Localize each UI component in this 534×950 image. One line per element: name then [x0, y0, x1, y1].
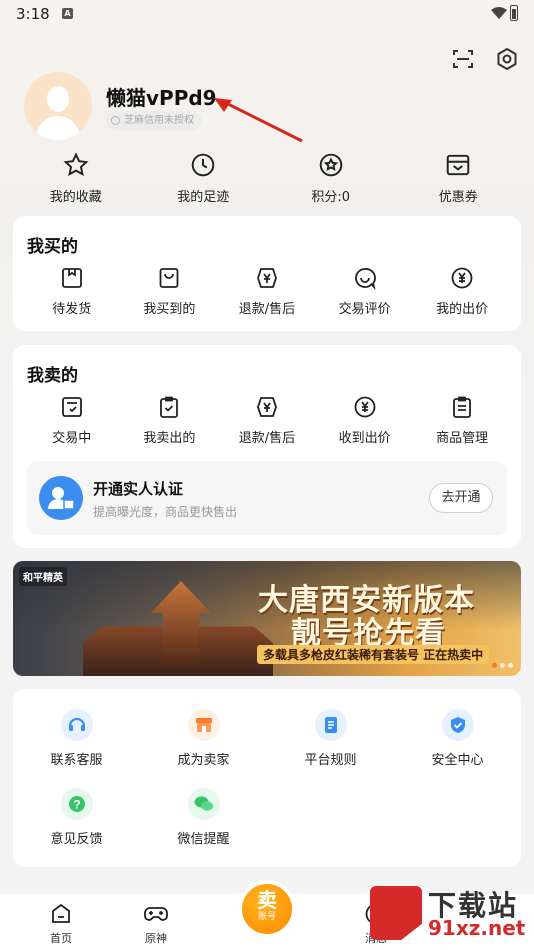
- status-time: 3:18: [16, 5, 50, 23]
- nav-genshin[interactable]: 原神: [126, 902, 186, 946]
- bought-button[interactable]: 我买到的: [121, 266, 217, 317]
- watermark-logo: [370, 886, 422, 940]
- verify-banner[interactable]: 开通实人认证 提高曝光度，商品更快售出 去开通: [27, 461, 507, 535]
- scan-icon[interactable]: [450, 46, 476, 72]
- verify-subtitle: 提高曝光度，商品更快售出: [93, 505, 238, 519]
- services-card: 联系客服 成为卖家 平台规则 安全中心 ? 意见反馈 微信提醒: [13, 689, 521, 867]
- shop-icon: [187, 709, 220, 741]
- username[interactable]: 懒猫vPPd9: [106, 82, 217, 111]
- home-icon: [52, 903, 70, 923]
- top-actions: [450, 46, 520, 72]
- site-watermark: 下载站 91xz.net: [358, 884, 526, 944]
- become-seller-button[interactable]: 成为卖家: [140, 709, 267, 768]
- settings-icon[interactable]: [494, 46, 520, 72]
- verify-button[interactable]: 去开通: [429, 483, 493, 513]
- shield-icon: [441, 709, 474, 741]
- bought-card: 我买的 待发货 我买到的 退款/售后 交易评价 我的出价: [13, 216, 521, 331]
- coupon-icon: [446, 154, 470, 176]
- bought-refund-button[interactable]: 退款/售后: [219, 266, 315, 317]
- pending-ship-button[interactable]: 待发货: [24, 266, 120, 317]
- favorites-button[interactable]: 我的收藏: [26, 152, 126, 205]
- carousel-indicator: [492, 663, 513, 668]
- verify-title: 开通实人认证: [93, 480, 184, 498]
- trade-icon: [61, 397, 82, 417]
- banner-tagline: 多载具多枪皮红装稀有套装号 正在热卖中: [257, 645, 490, 664]
- quick-actions: 我的收藏 我的足迹 积分:0 优惠券: [12, 152, 522, 205]
- review-button[interactable]: 交易评价: [317, 266, 413, 317]
- credit-icon: [111, 116, 120, 125]
- promo-banner[interactable]: 和平精英 大唐西安新版本 靓号抢先看 多载具多枪皮红装稀有套装号 正在热卖中: [13, 561, 521, 676]
- trading-button[interactable]: 交易中: [24, 395, 120, 446]
- received-bids-button[interactable]: 收到出价: [317, 395, 413, 446]
- sold-button[interactable]: 我卖出的: [121, 395, 217, 446]
- coupons-button[interactable]: 优惠券: [408, 152, 508, 205]
- sold-card: 我卖的 交易中 我卖出的 退款/售后 收到出价 商品管理 开通实人认证 提高曝光…: [13, 345, 521, 548]
- nav-home[interactable]: 首页: [31, 902, 91, 946]
- manage-button[interactable]: 商品管理: [414, 395, 510, 446]
- box-icon: [61, 268, 82, 288]
- credit-badge[interactable]: 芝麻信用未授权: [106, 111, 202, 130]
- review-icon: [354, 268, 376, 290]
- star-icon: [63, 152, 89, 176]
- platform-rules-button[interactable]: 平台规则: [267, 709, 394, 768]
- wifi-icon: [491, 7, 507, 19]
- sold-refund-button[interactable]: 退款/售后: [219, 395, 315, 446]
- received-bid-icon: [354, 396, 375, 418]
- watermark-url: 91xz.net: [428, 916, 526, 940]
- wechat-icon: [187, 788, 220, 820]
- battery-icon: [510, 5, 518, 21]
- clock-icon: [191, 153, 215, 177]
- wechat-reminder-button[interactable]: 微信提醒: [140, 788, 267, 847]
- id-card-icon: [39, 476, 83, 520]
- bag-icon: [159, 268, 179, 288]
- game-logo: 和平精英: [19, 567, 67, 586]
- bid-icon: [451, 267, 473, 289]
- my-bids-button[interactable]: 我的出价: [414, 266, 510, 317]
- headset-icon: [60, 709, 93, 741]
- feedback-button[interactable]: ? 意见反馈: [13, 788, 140, 847]
- refund-icon: [257, 268, 277, 288]
- points-icon: [319, 153, 343, 177]
- bought-title: 我买的: [27, 237, 78, 257]
- refund-icon: [257, 397, 277, 417]
- credit-label: 芝麻信用未授权: [124, 115, 194, 126]
- manage-icon: [453, 396, 472, 418]
- security-center-button[interactable]: 安全中心: [394, 709, 521, 768]
- question-icon: ?: [60, 788, 93, 820]
- customer-service-button[interactable]: 联系客服: [13, 709, 140, 768]
- annotation-arrow: [214, 98, 303, 143]
- document-icon: [314, 709, 347, 741]
- gamepad-icon: [144, 907, 168, 921]
- notification-icon: A: [62, 8, 73, 19]
- history-button[interactable]: 我的足迹: [153, 152, 253, 205]
- sell-account-button[interactable]: 卖 账号: [238, 880, 296, 938]
- sold-clipboard-icon: [160, 396, 179, 418]
- svg-text:?: ?: [73, 798, 80, 812]
- sold-title: 我卖的: [27, 366, 78, 386]
- points-button[interactable]: 积分:0: [281, 152, 381, 205]
- status-bar: 3:18 A: [0, 0, 534, 28]
- avatar[interactable]: [24, 72, 92, 140]
